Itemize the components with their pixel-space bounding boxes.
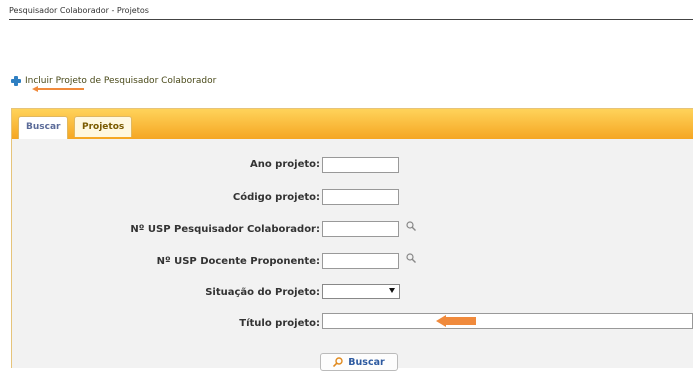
ano-label: Ano projeto:	[249, 159, 320, 170]
titulo-input[interactable]	[322, 313, 693, 329]
search-panel: Buscar Projetos	[11, 108, 693, 368]
page-title: Pesquisador Colaborador - Projetos	[9, 6, 149, 15]
form-row-nusp-colab: Nº USP Pesquisador Colaborador:	[0, 224, 320, 235]
codigo-label: Código projeto:	[232, 192, 320, 203]
tab-buscar[interactable]: Buscar	[18, 116, 69, 139]
chevron-down-icon	[389, 288, 395, 293]
include-project-link-label: Incluir Projeto de Pesquisador Colaborad…	[25, 76, 217, 86]
tab-bar: Buscar Projetos	[12, 109, 693, 139]
include-project-link[interactable]: Incluir Projeto de Pesquisador Colaborad…	[11, 76, 216, 86]
form-row-titulo: Título projeto:	[0, 318, 320, 329]
title-divider	[9, 19, 693, 20]
codigo-input[interactable]	[322, 189, 399, 205]
form-row-nusp-docente: Nº USP Docente Proponente:	[0, 256, 320, 267]
annotation-arrow-icon	[32, 86, 84, 92]
form-row-codigo: Código projeto:	[0, 192, 320, 203]
ano-input[interactable]	[322, 157, 399, 173]
nusp-docente-label: Nº USP Docente Proponente:	[156, 256, 320, 267]
nusp-colab-input[interactable]	[322, 221, 399, 237]
search-icon	[333, 357, 343, 367]
search-icon[interactable]	[406, 253, 416, 263]
buscar-button[interactable]: Buscar	[320, 353, 398, 371]
form-row-situacao: Situação do Projeto:	[0, 287, 320, 298]
plus-icon	[11, 76, 21, 86]
tab-projetos[interactable]: Projetos	[74, 116, 133, 137]
situacao-select[interactable]	[322, 284, 400, 299]
buscar-button-label: Buscar	[348, 356, 385, 368]
situacao-label: Situação do Projeto:	[205, 287, 320, 298]
titulo-label: Título projeto:	[239, 318, 320, 329]
nusp-docente-input[interactable]	[322, 253, 399, 269]
search-icon[interactable]	[406, 221, 416, 231]
form-row-ano: Ano projeto:	[0, 159, 320, 170]
nusp-colab-label: Nº USP Pesquisador Colaborador:	[130, 224, 320, 235]
